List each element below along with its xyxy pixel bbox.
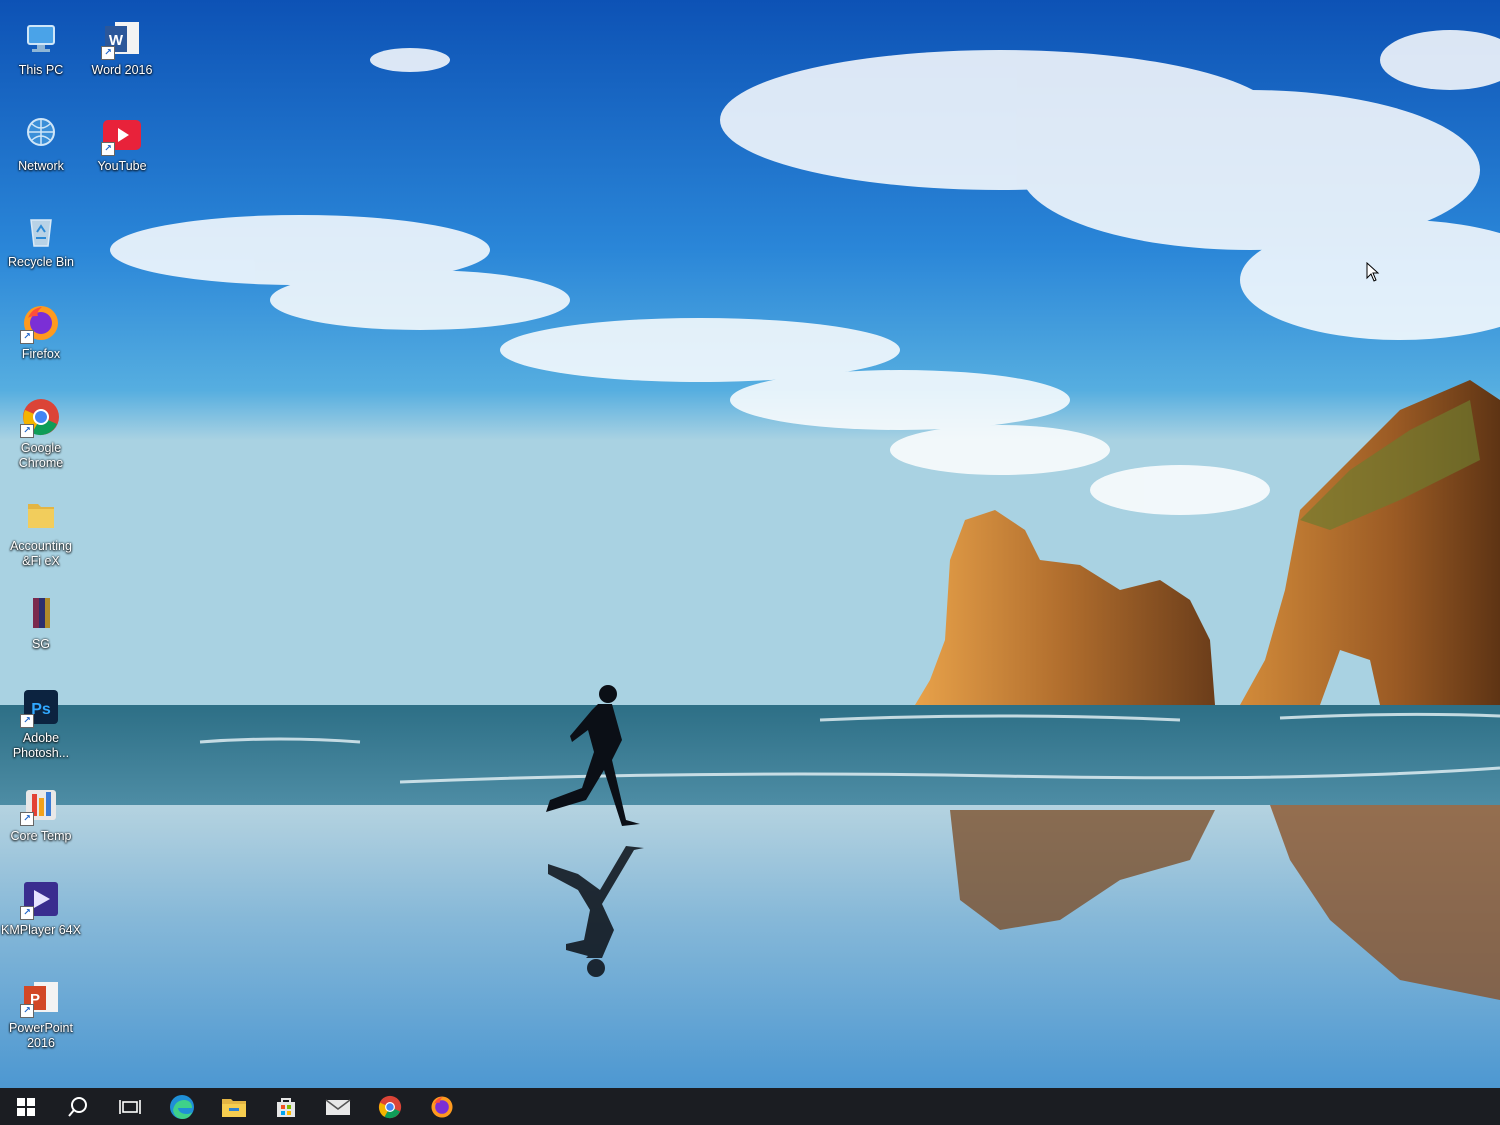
desktop-icon-kmplayer[interactable]: ↗ KMPlayer 64X xyxy=(0,878,82,938)
search-icon xyxy=(68,1096,87,1117)
desktop-icon-firefox[interactable]: ↗ Firefox xyxy=(0,302,82,362)
desktop-icon-label: KMPlayer 64X xyxy=(1,923,81,937)
desktop-icon-recycle-bin[interactable]: Recycle Bin xyxy=(0,210,82,270)
taskbar-edge-button[interactable] xyxy=(156,1088,208,1125)
this-pc-icon xyxy=(20,18,62,60)
desktop-icon-label: Word 2016 xyxy=(91,63,153,77)
taskbar-search-button[interactable] xyxy=(52,1088,104,1125)
recycle-bin-icon xyxy=(20,210,62,252)
network-icon xyxy=(20,114,62,156)
desktop-icon-word[interactable]: W ↗ Word 2016 xyxy=(81,18,163,78)
desktop-icon-label: Core Temp xyxy=(10,829,72,843)
windows-start-icon xyxy=(17,1097,35,1116)
desktop-icon-label: Network xyxy=(18,159,64,173)
chrome-icon: ↗ xyxy=(20,396,62,438)
mail-icon xyxy=(325,1098,351,1115)
firefox-icon: ↗ xyxy=(20,302,62,344)
task-view-icon xyxy=(119,1099,141,1114)
word-icon: W ↗ xyxy=(101,18,143,60)
taskbar-start-button[interactable] xyxy=(0,1088,52,1125)
shortcut-arrow-icon: ↗ xyxy=(101,142,115,156)
taskbar-chrome-button[interactable] xyxy=(364,1088,416,1125)
powerpoint-icon: P ↗ xyxy=(20,976,62,1018)
shortcut-arrow-icon: ↗ xyxy=(20,424,34,438)
desktop-icon-this-pc[interactable]: This PC xyxy=(0,18,82,78)
desktop-icon-label: YouTube xyxy=(97,159,147,173)
desktop-icon-label: SG xyxy=(31,637,51,651)
kmplayer-icon: ↗ xyxy=(20,878,62,920)
desktop-icon-sg[interactable]: SG xyxy=(0,592,82,652)
shortcut-arrow-icon: ↗ xyxy=(20,714,34,728)
desktop-icon-label: Adobe Photosh... xyxy=(12,731,70,760)
desktop-icon-label: Google Chrome xyxy=(18,441,64,470)
desktop-icon-powerpoint[interactable]: P ↗ PowerPoint 2016 xyxy=(0,976,82,1051)
shortcut-arrow-icon: ↗ xyxy=(20,1004,34,1018)
shortcut-arrow-icon: ↗ xyxy=(20,906,34,920)
desktop-icon-label: Recycle Bin xyxy=(8,255,74,269)
folder-icon xyxy=(20,494,62,536)
youtube-icon: ↗ xyxy=(101,114,143,156)
chrome-icon xyxy=(378,1095,402,1118)
desktop-icon-core-temp[interactable]: ↗ Core Temp xyxy=(0,784,82,844)
desktop-icon-label: Accounting &Fi eX xyxy=(10,539,72,568)
taskbar-firefox-button[interactable] xyxy=(416,1088,468,1125)
desktop-icon-label: Firefox xyxy=(21,347,61,361)
desktop-icon-network[interactable]: Network xyxy=(0,114,82,174)
store-icon xyxy=(277,1097,295,1117)
taskbar-mail-button[interactable] xyxy=(312,1088,364,1125)
photoshop-icon: Ps ↗ xyxy=(20,686,62,728)
svg-text:Ps: Ps xyxy=(31,701,51,718)
file-explorer-icon xyxy=(222,1098,246,1117)
desktop-icon-accounting-folder[interactable]: Accounting &Fi eX xyxy=(0,494,82,569)
desktop-icon-label: PowerPoint 2016 xyxy=(9,1021,73,1050)
wallpaper-beach-runner xyxy=(0,0,1500,1090)
desktop-icon-adobe-photoshop[interactable]: Ps ↗ Adobe Photosh... xyxy=(0,686,82,761)
shortcut-arrow-icon: ↗ xyxy=(20,812,34,826)
taskbar xyxy=(0,1088,1500,1125)
firefox-icon xyxy=(431,1095,453,1118)
taskbar-file-explorer-button[interactable] xyxy=(208,1088,260,1125)
core-temp-icon: ↗ xyxy=(20,784,62,826)
shortcut-arrow-icon: ↗ xyxy=(101,46,115,60)
desktop-icon-youtube[interactable]: ↗ YouTube xyxy=(81,114,163,174)
desktop-icon-label: This PC xyxy=(18,63,64,77)
taskbar-task-view-button[interactable] xyxy=(104,1088,156,1125)
desktop-icon-google-chrome[interactable]: ↗ Google Chrome xyxy=(0,396,82,471)
edge-icon xyxy=(170,1094,194,1119)
sg-icon xyxy=(20,592,62,634)
shortcut-arrow-icon: ↗ xyxy=(20,330,34,344)
desktop: This PC Network Recycle Bin ↗ Firefox ↗ … xyxy=(0,0,1500,1125)
mouse-cursor-icon xyxy=(1366,262,1380,282)
taskbar-store-button[interactable] xyxy=(260,1088,312,1125)
